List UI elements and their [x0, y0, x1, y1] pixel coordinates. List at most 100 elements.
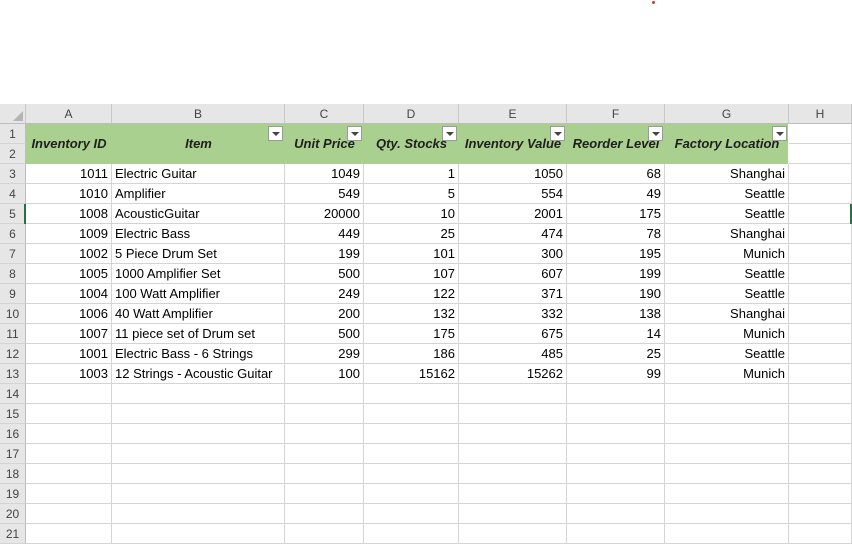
- cell-qty-stocks[interactable]: [364, 424, 459, 444]
- cell-inventory-value[interactable]: 371: [459, 284, 567, 304]
- cell-inventory-value[interactable]: 554: [459, 184, 567, 204]
- cell-unit-price[interactable]: 1049: [285, 164, 364, 184]
- cell-item[interactable]: 100 Watt Amplifier: [112, 284, 285, 304]
- column-header-g[interactable]: G: [665, 104, 789, 124]
- filter-dropdown-item[interactable]: [268, 126, 283, 141]
- cell-inventory-value[interactable]: 300: [459, 244, 567, 264]
- cell-inventory-id[interactable]: 1007: [26, 324, 112, 344]
- cell-qty-stocks[interactable]: 175: [364, 324, 459, 344]
- cell-h[interactable]: [789, 364, 852, 384]
- cell-reorder-level[interactable]: 68: [567, 164, 665, 184]
- cell-h[interactable]: [789, 204, 852, 224]
- cell-h[interactable]: [789, 464, 852, 484]
- cell-h[interactable]: [789, 264, 852, 284]
- cell-inventory-id[interactable]: 1002: [26, 244, 112, 264]
- cell-h[interactable]: [789, 484, 852, 504]
- row-header-11[interactable]: 11: [0, 324, 26, 344]
- cell-unit-price[interactable]: 500: [285, 264, 364, 284]
- cell-reorder-level[interactable]: [567, 524, 665, 544]
- cell-inventory-id[interactable]: [26, 464, 112, 484]
- cell-factory-location[interactable]: Seattle: [665, 344, 789, 364]
- row-header-2[interactable]: 2: [0, 144, 26, 164]
- cell-qty-stocks[interactable]: [364, 484, 459, 504]
- row-header-17[interactable]: 17: [0, 444, 26, 464]
- cell-reorder-level[interactable]: [567, 384, 665, 404]
- cell-unit-price[interactable]: [285, 524, 364, 544]
- row-header-1[interactable]: 1: [0, 124, 26, 144]
- cell-h[interactable]: [789, 504, 852, 524]
- cell-inventory-id[interactable]: [26, 404, 112, 424]
- row-header-9[interactable]: 9: [0, 284, 26, 304]
- cell-item[interactable]: 11 piece set of Drum set: [112, 324, 285, 344]
- cell-qty-stocks[interactable]: 107: [364, 264, 459, 284]
- cell-factory-location[interactable]: [665, 484, 789, 504]
- cell-factory-location[interactable]: Seattle: [665, 284, 789, 304]
- cell-qty-stocks[interactable]: 1: [364, 164, 459, 184]
- cell-factory-location[interactable]: Munich: [665, 324, 789, 344]
- filter-dropdown-factory-location[interactable]: [772, 126, 787, 141]
- cell-qty-stocks[interactable]: 10: [364, 204, 459, 224]
- cell-factory-location[interactable]: Seattle: [665, 184, 789, 204]
- filter-dropdown-inventory-value[interactable]: [550, 126, 565, 141]
- row-header-20[interactable]: 20: [0, 504, 26, 524]
- column-header-f[interactable]: F: [567, 104, 665, 124]
- cell-inventory-id[interactable]: 1004: [26, 284, 112, 304]
- cell-inventory-value[interactable]: 485: [459, 344, 567, 364]
- row-header-15[interactable]: 15: [0, 404, 26, 424]
- cell-reorder-level[interactable]: 49: [567, 184, 665, 204]
- cell-item[interactable]: [112, 464, 285, 484]
- cell-factory-location[interactable]: [665, 424, 789, 444]
- cell-inventory-id[interactable]: 1006: [26, 304, 112, 324]
- cell-reorder-level[interactable]: 138: [567, 304, 665, 324]
- cell-inventory-id[interactable]: [26, 504, 112, 524]
- cell-h[interactable]: [789, 444, 852, 464]
- cell-reorder-level[interactable]: 175: [567, 204, 665, 224]
- filter-dropdown-reorder-level[interactable]: [648, 126, 663, 141]
- cell-qty-stocks[interactable]: 122: [364, 284, 459, 304]
- cell-inventory-value[interactable]: 15262: [459, 364, 567, 384]
- cell-inventory-id[interactable]: [26, 524, 112, 544]
- cell-qty-stocks[interactable]: 186: [364, 344, 459, 364]
- cell-inventory-value[interactable]: [459, 524, 567, 544]
- cell-reorder-level[interactable]: 14: [567, 324, 665, 344]
- cell-inventory-value[interactable]: 332: [459, 304, 567, 324]
- cell-h[interactable]: [789, 384, 852, 404]
- cell-inventory-id[interactable]: [26, 484, 112, 504]
- cell-h[interactable]: [789, 284, 852, 304]
- cell-qty-stocks[interactable]: 101: [364, 244, 459, 264]
- cell-reorder-level[interactable]: 25: [567, 344, 665, 364]
- cell-inventory-id[interactable]: [26, 424, 112, 444]
- cell-item[interactable]: Amplifier: [112, 184, 285, 204]
- cell-item[interactable]: [112, 384, 285, 404]
- cell-h2[interactable]: [789, 144, 852, 164]
- column-header-c[interactable]: C: [285, 104, 364, 124]
- cell-h[interactable]: [789, 324, 852, 344]
- cell-unit-price[interactable]: [285, 484, 364, 504]
- header-factory-location[interactable]: Factory Location: [665, 124, 789, 164]
- cell-qty-stocks[interactable]: [364, 444, 459, 464]
- select-all-corner[interactable]: [0, 104, 26, 124]
- row-header-8[interactable]: 8: [0, 264, 26, 284]
- column-header-d[interactable]: D: [364, 104, 459, 124]
- cell-unit-price[interactable]: 200: [285, 304, 364, 324]
- cell-qty-stocks[interactable]: [364, 464, 459, 484]
- cell-qty-stocks[interactable]: 5: [364, 184, 459, 204]
- column-header-a[interactable]: A: [26, 104, 112, 124]
- cell-item[interactable]: Electric Bass: [112, 224, 285, 244]
- cell-qty-stocks[interactable]: [364, 404, 459, 424]
- cell-item[interactable]: [112, 424, 285, 444]
- header-inventory-id[interactable]: Inventory ID: [26, 124, 112, 164]
- cell-inventory-id[interactable]: 1009: [26, 224, 112, 244]
- cell-unit-price[interactable]: 199: [285, 244, 364, 264]
- column-header-b[interactable]: B: [112, 104, 285, 124]
- cell-unit-price[interactable]: 249: [285, 284, 364, 304]
- cell-factory-location[interactable]: [665, 504, 789, 524]
- cell-h[interactable]: [789, 304, 852, 324]
- cell-inventory-value[interactable]: [459, 504, 567, 524]
- cell-unit-price[interactable]: [285, 444, 364, 464]
- cell-inventory-id[interactable]: [26, 444, 112, 464]
- cell-factory-location[interactable]: [665, 384, 789, 404]
- cell-reorder-level[interactable]: [567, 504, 665, 524]
- filter-dropdown-unit-price[interactable]: [347, 126, 362, 141]
- row-header-18[interactable]: 18: [0, 464, 26, 484]
